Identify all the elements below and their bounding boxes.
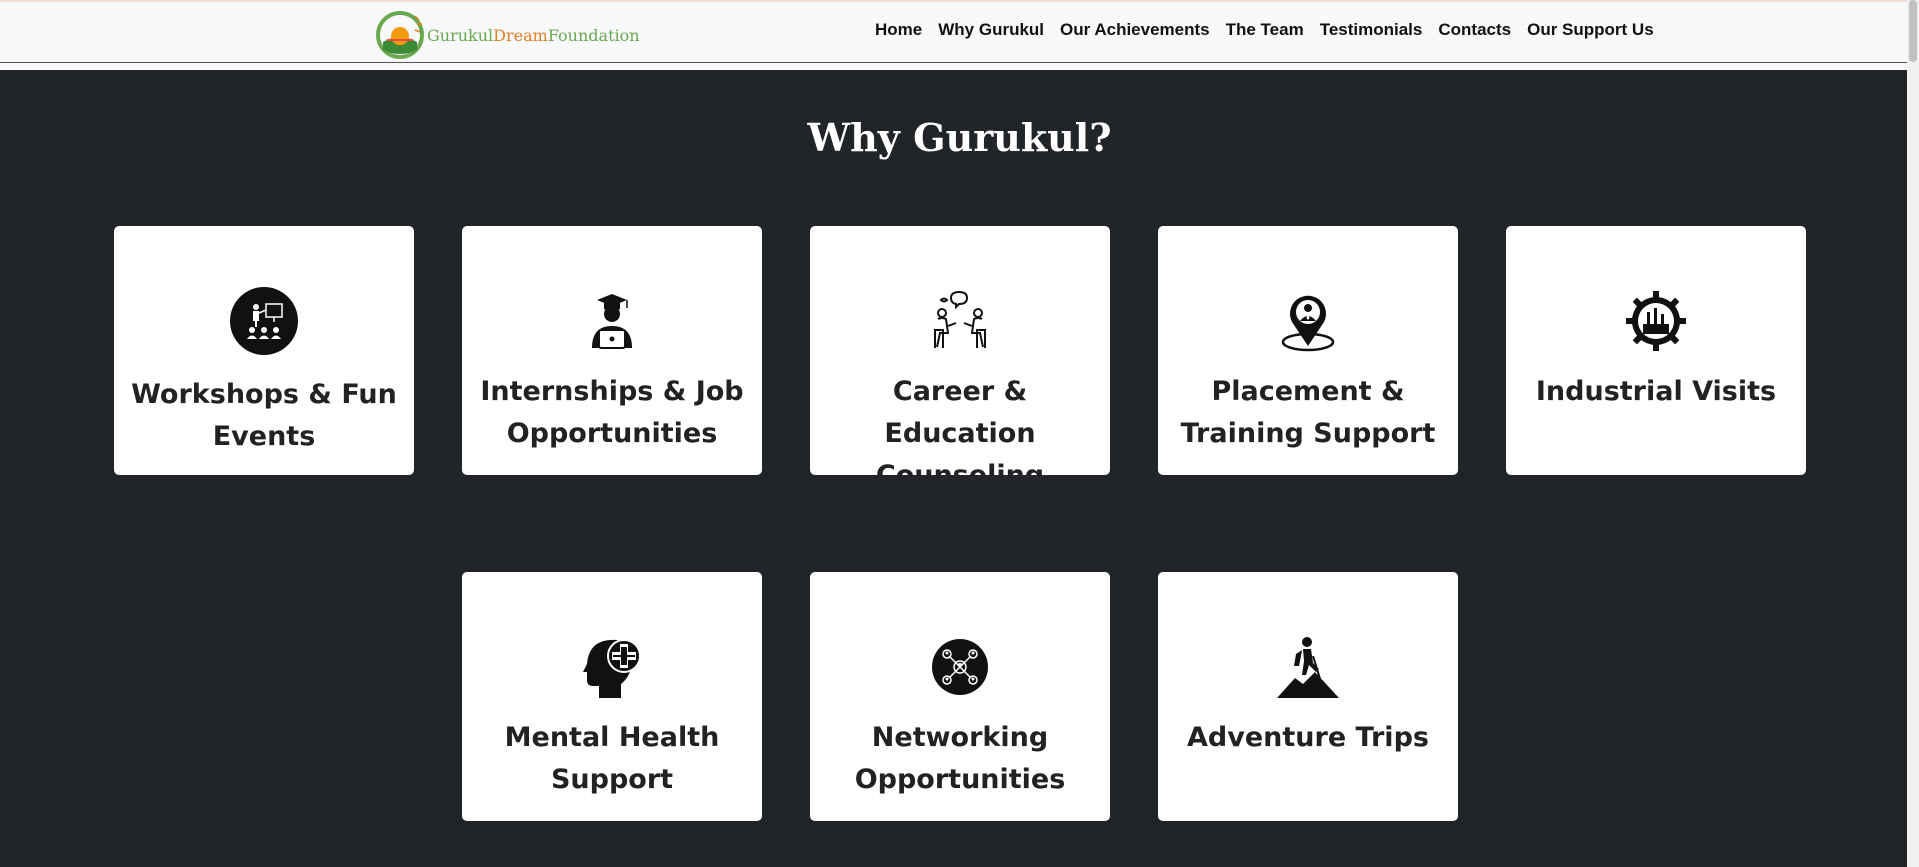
counseling-conversation-icon xyxy=(925,286,995,356)
card-title: Adventure Trips xyxy=(1187,722,1429,753)
card-title: Networking Opportunities xyxy=(854,722,1066,795)
workshop-presentation-icon xyxy=(229,286,299,356)
nav-link-home[interactable]: Home xyxy=(875,20,922,40)
nav-link-testimonials[interactable]: Testimonials xyxy=(1320,20,1423,40)
card-title: Internships & Job Opportunities xyxy=(480,376,744,449)
nav-link-the-team[interactable]: The Team xyxy=(1226,20,1304,40)
factory-gear-icon xyxy=(1621,286,1691,356)
feature-card-internships[interactable]: Internships & Job Opportunities xyxy=(462,226,762,475)
people-network-icon xyxy=(925,632,995,702)
brand-logo-link[interactable]: GurukulDreamFoundation xyxy=(375,10,640,60)
sunrise-logo-icon xyxy=(376,11,424,59)
nav-link-why-gurukul[interactable]: Why Gurukul xyxy=(938,20,1044,40)
navbar-divider xyxy=(0,62,1919,63)
card-title: Industrial Visits xyxy=(1535,376,1777,407)
feature-card-networking[interactable]: Networking Opportunities xyxy=(810,572,1110,821)
feature-card-career-counseling[interactable]: Career & Education Counseling xyxy=(810,226,1110,475)
graduate-laptop-icon xyxy=(577,286,647,356)
card-title: Mental Health Support xyxy=(504,722,720,795)
card-title: Workshops & Fun Events xyxy=(131,379,397,452)
feature-card-adventure-trips[interactable]: Adventure Trips xyxy=(1158,572,1458,821)
nav-link-our-achievements[interactable]: Our Achievements xyxy=(1060,20,1210,40)
brand-name: GurukulDreamFoundation xyxy=(427,25,640,45)
head-medical-cross-icon xyxy=(577,632,647,702)
hiker-mountain-icon xyxy=(1273,632,1343,702)
navbar: GurukulDreamFoundation Home Why Gurukul … xyxy=(0,0,1919,70)
location-pin-person-icon xyxy=(1273,286,1343,356)
feature-card-placement[interactable]: Placement & Training Support xyxy=(1158,226,1458,475)
nav-link-contacts[interactable]: Contacts xyxy=(1438,20,1511,40)
nav-menu: Home Why Gurukul Our Achievements The Te… xyxy=(875,20,1654,40)
feature-card-mental-health[interactable]: Mental Health Support xyxy=(462,572,762,821)
card-title: Career & Education Counseling xyxy=(876,376,1044,475)
feature-card-workshops[interactable]: Workshops & Fun Events xyxy=(114,226,414,475)
card-title: Placement & Training Support xyxy=(1180,376,1436,449)
nav-link-support-us[interactable]: Our Support Us xyxy=(1527,20,1654,40)
scrollbar-thumb[interactable] xyxy=(1909,0,1917,62)
section-title: Why Gurukul? xyxy=(807,115,1112,160)
feature-card-industrial-visits[interactable]: Industrial Visits xyxy=(1506,226,1806,475)
